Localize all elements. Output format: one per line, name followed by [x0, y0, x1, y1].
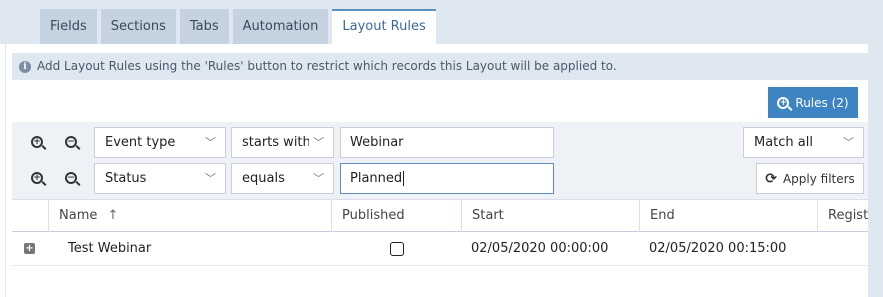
apply-filters-label: Apply filters	[782, 171, 855, 186]
column-header-registration[interactable]: Registr	[817, 200, 869, 232]
filter-field-value: Event type	[105, 135, 176, 150]
row-name[interactable]: Test Webinar	[58, 232, 328, 265]
filter-row: + − Status ﹀ equals ﹀ Planned ⟳ Apply fi…	[12, 163, 869, 196]
table-row[interactable]: + Test Webinar 02/05/2020 00:00:00 02/05…	[12, 232, 869, 266]
filter-operator-select[interactable]: equals ﹀	[231, 163, 334, 194]
chevron-down-icon: ﹀	[313, 172, 324, 185]
chevron-down-icon: ﹀	[205, 136, 216, 149]
filter-value-input[interactable]: Webinar	[340, 127, 554, 158]
zoom-out-icon[interactable]: −	[62, 169, 80, 187]
filter-operator-value: starts with	[242, 135, 311, 150]
tab-tabs[interactable]: Tabs	[179, 9, 229, 44]
rules-button-label: Rules (2)	[795, 95, 849, 110]
chevron-down-icon: ﹀	[843, 136, 854, 149]
match-mode-select[interactable]: Match all ﹀	[743, 127, 864, 158]
column-header-end[interactable]: End	[639, 200, 817, 232]
zoom-in-icon: +	[777, 96, 790, 109]
text-caret	[403, 171, 405, 186]
filter-panel: + − Event type ﹀ starts with ﹀ Webinar M…	[12, 122, 869, 199]
tab-automation[interactable]: Automation	[232, 9, 329, 44]
table-header: Name ↑ Published Start End Registr	[12, 199, 869, 232]
row-end: 02/05/2020 00:15:00	[649, 241, 787, 256]
chevron-down-icon: ﹀	[205, 172, 216, 185]
top-bar: Fields Sections Tabs Automation Layout R…	[0, 0, 883, 44]
row-start: 02/05/2020 00:00:00	[471, 241, 609, 256]
zoom-out-icon[interactable]: −	[62, 133, 80, 151]
right-edge-bar	[868, 44, 883, 297]
tab-sections[interactable]: Sections	[100, 9, 176, 44]
filter-row: + − Event type ﹀ starts with ﹀ Webinar M…	[12, 127, 869, 160]
column-header-label: Name	[59, 208, 98, 223]
layout-rules-panel: i Add Layout Rules using the 'Rules' but…	[5, 44, 869, 297]
tab-bar: Fields Sections Tabs Automation Layout R…	[40, 9, 436, 44]
sync-icon: ⟳	[765, 170, 777, 187]
published-checkbox[interactable]	[390, 242, 404, 256]
filter-operator-select[interactable]: starts with ﹀	[231, 127, 334, 158]
chevron-down-icon: ﹀	[309, 128, 324, 157]
filter-value-text: Planned	[350, 171, 403, 186]
filter-operator-value: equals	[242, 171, 285, 186]
info-icon: i	[19, 60, 31, 73]
filter-field-value: Status	[105, 171, 147, 186]
filter-field-select[interactable]: Status ﹀	[94, 163, 226, 194]
rules-button[interactable]: + Rules (2)	[768, 87, 858, 118]
zoom-in-icon[interactable]: +	[28, 133, 46, 151]
info-text: Add Layout Rules using the 'Rules' butto…	[37, 59, 617, 73]
column-header-name[interactable]: Name ↑	[48, 200, 331, 232]
tab-fields[interactable]: Fields	[40, 9, 97, 44]
apply-filters-button[interactable]: ⟳ Apply filters	[756, 163, 864, 194]
column-header-start[interactable]: Start	[461, 200, 639, 232]
expand-row-icon[interactable]: +	[24, 243, 35, 254]
match-mode-value: Match all	[754, 135, 813, 150]
zoom-in-icon[interactable]: +	[28, 169, 46, 187]
tab-layout-rules[interactable]: Layout Rules	[332, 9, 436, 44]
filter-field-select[interactable]: Event type ﹀	[94, 127, 226, 158]
sort-arrow-up-icon: ↑	[107, 208, 119, 223]
filter-value-input[interactable]: Planned	[340, 163, 554, 194]
info-banner: i Add Layout Rules using the 'Rules' but…	[12, 53, 869, 80]
column-header-published[interactable]: Published	[331, 200, 461, 232]
